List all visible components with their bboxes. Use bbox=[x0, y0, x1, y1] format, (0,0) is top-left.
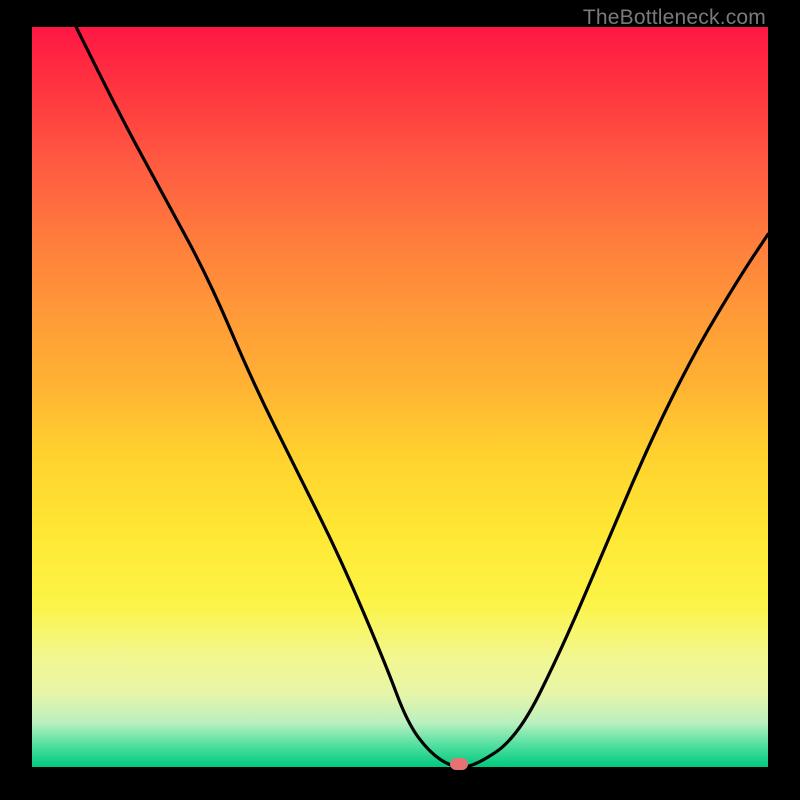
chart-container: TheBottleneck.com bbox=[0, 0, 800, 800]
optimal-point-marker bbox=[450, 758, 468, 770]
plot-area bbox=[32, 27, 768, 767]
bottleneck-curve bbox=[32, 27, 768, 767]
